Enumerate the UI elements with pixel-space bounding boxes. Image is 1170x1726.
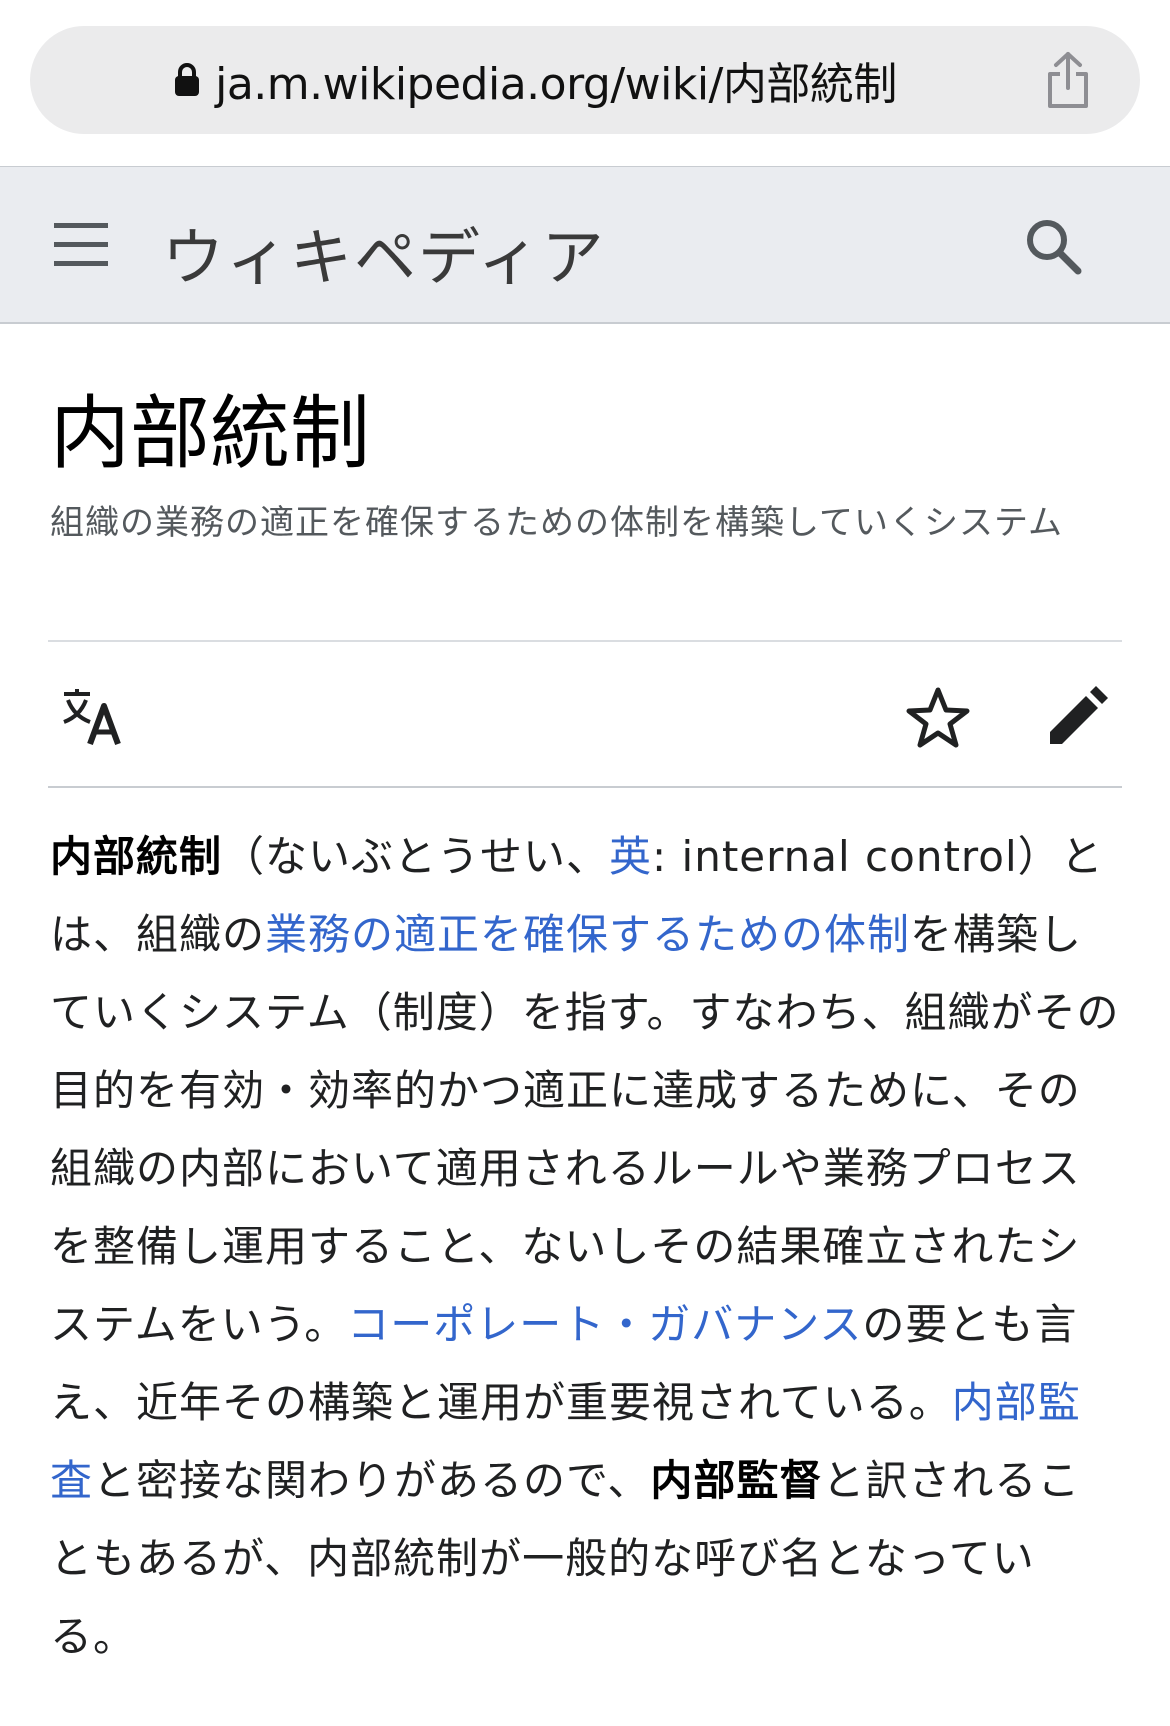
- address-bar[interactable]: ja.m.wikipedia.org/wiki/内部統制: [30, 26, 1140, 134]
- wiki-header: ウィキペディア: [0, 166, 1170, 324]
- url-text: ja.m.wikipedia.org/wiki/内部統制: [215, 59, 897, 110]
- share-icon[interactable]: [1042, 50, 1094, 110]
- reading-text: （ないぶとうせい、: [222, 832, 610, 881]
- search-icon[interactable]: [1024, 217, 1082, 275]
- link-corporate-governance[interactable]: コーポレート・ガバナンス: [347, 1300, 862, 1349]
- bold-term: 内部監督: [650, 1456, 823, 1505]
- page-title: 内部統制: [50, 387, 370, 480]
- divider: [48, 640, 1122, 642]
- hamburger-menu-icon[interactable]: [54, 223, 108, 267]
- browser-toolbar: ja.m.wikipedia.org/wiki/内部統制: [0, 0, 1170, 166]
- body-text: を構築していくシステム（制度）を指す。すなわち、組織がその目的を有効・効率的かつ…: [50, 910, 1120, 1349]
- link-business-appropriateness[interactable]: 業務の適正を確保するための体制: [265, 910, 910, 959]
- star-icon[interactable]: [906, 686, 970, 750]
- body-text: と密接な関わりがあるので、: [93, 1456, 651, 1505]
- article-lead-paragraph: 内部統制（ないぶとうせい、英: internal control）とは、組織の業…: [50, 818, 1120, 1676]
- page-description: 組織の業務の適正を確保するための体制を構築していくシステム: [50, 503, 1063, 543]
- bold-term: 内部統制: [50, 832, 223, 881]
- wiki-wordmark[interactable]: ウィキペディア: [162, 207, 606, 297]
- pencil-icon[interactable]: [1046, 686, 1108, 748]
- link-english[interactable]: 英: [609, 832, 652, 881]
- translate-icon[interactable]: [60, 688, 126, 746]
- address-bar-content: ja.m.wikipedia.org/wiki/内部統制: [30, 26, 1040, 134]
- lock-icon: [175, 63, 200, 96]
- divider: [48, 786, 1122, 788]
